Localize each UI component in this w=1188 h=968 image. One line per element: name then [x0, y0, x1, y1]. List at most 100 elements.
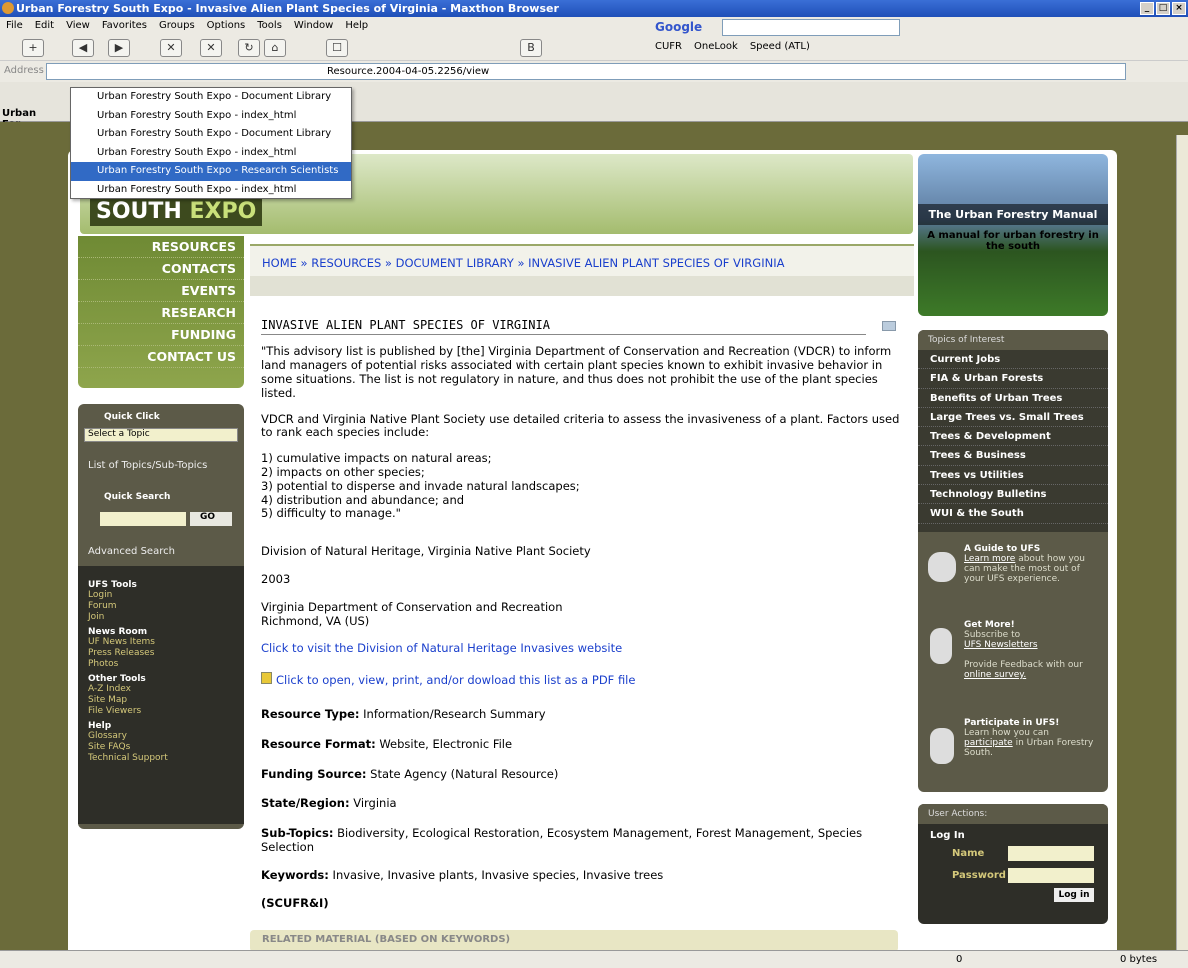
- home-icon[interactable]: ⌂: [264, 39, 286, 57]
- menu-view[interactable]: View: [60, 20, 96, 31]
- pdf-icon: [261, 672, 272, 685]
- stop-icon[interactable]: ✕: [200, 39, 222, 57]
- topic-item[interactable]: FIA & Urban Forests: [918, 369, 1108, 389]
- email-icon[interactable]: [882, 321, 896, 331]
- breadcrumb-text[interactable]: HOME » RESOURCES » DOCUMENT LIBRARY » IN…: [262, 256, 784, 270]
- password-input[interactable]: [1008, 868, 1094, 883]
- google-label[interactable]: Google: [655, 20, 702, 34]
- history-item[interactable]: Urban Forestry South Expo - Research Sci…: [71, 162, 351, 181]
- favorites-icon[interactable]: ☐: [326, 39, 348, 57]
- factor-item: 2) impacts on other species;: [261, 464, 425, 479]
- maximize-button[interactable]: □: [1156, 2, 1170, 15]
- menu-window[interactable]: Window: [288, 20, 339, 31]
- forward-icon[interactable]: ▶: [108, 39, 130, 57]
- resource-type-label: Resource Type:: [261, 706, 360, 721]
- tools-link[interactable]: Technical Support: [88, 753, 234, 764]
- menu-edit[interactable]: Edit: [29, 20, 60, 31]
- stop-all-icon[interactable]: ✕: [160, 39, 182, 57]
- resource-format-value: Website, Electronic File: [379, 736, 513, 751]
- keywords-label: Keywords:: [261, 867, 329, 882]
- quick-search-input[interactable]: [100, 512, 186, 526]
- tools-link[interactable]: Login: [88, 590, 234, 601]
- password-label: Password: [952, 870, 1006, 881]
- participate-text: Learn how you can: [964, 728, 1050, 738]
- manual-promo[interactable]: The Urban Forestry Manual A manual for u…: [918, 154, 1108, 316]
- history-item[interactable]: Urban Forestry South Expo - Document Lib…: [71, 125, 351, 144]
- topic-select[interactable]: Select a Topic: [84, 428, 238, 442]
- link-speed[interactable]: Speed (ATL): [750, 41, 810, 52]
- funding-source-value: State Agency (Natural Resource): [370, 766, 559, 781]
- tools-link[interactable]: Glossary: [88, 731, 234, 742]
- nav-contact-us[interactable]: CONTACT US: [78, 346, 244, 368]
- survey-link[interactable]: online survey.: [964, 670, 1026, 680]
- nav-events[interactable]: EVENTS: [78, 280, 244, 302]
- nav-resources[interactable]: RESOURCES: [78, 236, 244, 258]
- nav-research[interactable]: RESEARCH: [78, 302, 244, 324]
- refresh-icon[interactable]: ↻: [238, 39, 260, 57]
- address-bar: Address Resource.2004-04-05.2256/view: [0, 60, 1188, 82]
- list-topics-link[interactable]: List of Topics/Sub-Topics: [88, 460, 207, 471]
- site-logo[interactable]: SOUTH EXPO: [90, 197, 263, 226]
- tools-link[interactable]: Photos: [88, 659, 234, 670]
- nav-contacts[interactable]: CONTACTS: [78, 258, 244, 280]
- google-search-input[interactable]: [722, 19, 900, 36]
- menu-options[interactable]: Options: [201, 20, 252, 31]
- topic-item[interactable]: Large Trees vs. Small Trees: [918, 408, 1108, 428]
- tools-link[interactable]: Join: [88, 612, 234, 623]
- topic-item[interactable]: Technology Bulletins: [918, 485, 1108, 505]
- menu-favorites[interactable]: Favorites: [96, 20, 153, 31]
- tools-link[interactable]: Forum: [88, 601, 234, 612]
- newsletter-link[interactable]: UFS Newsletters: [964, 640, 1038, 650]
- go-button[interactable]: GO: [190, 512, 232, 526]
- tools-link[interactable]: Site Map: [88, 695, 234, 706]
- factor-item: 4) distribution and abundance; and: [261, 492, 465, 507]
- publisher-location: Richmond, VA (US): [261, 613, 370, 628]
- participate-link[interactable]: participate: [964, 738, 1013, 748]
- guide-link[interactable]: Learn more: [964, 554, 1015, 564]
- link-cufr[interactable]: CUFR: [655, 41, 682, 52]
- heritage-link[interactable]: Click to visit the Division of Natural H…: [261, 642, 901, 656]
- related-material: RELATED MATERIAL (BASED ON KEYWORDS): [250, 930, 898, 950]
- tools-link[interactable]: Site FAQs: [88, 742, 234, 753]
- tools-link[interactable]: UF News Items: [88, 637, 234, 648]
- menu-help[interactable]: Help: [339, 20, 374, 31]
- close-button[interactable]: ×: [1172, 2, 1186, 15]
- history-item[interactable]: Urban Forestry South Expo - index_html: [71, 181, 351, 200]
- resource-type-value: Information/Research Summary: [363, 706, 546, 721]
- manual-subtitle: A manual for urban forestry in the south: [927, 230, 1099, 252]
- menu-file[interactable]: File: [0, 20, 29, 31]
- advanced-search-link[interactable]: Advanced Search: [88, 546, 175, 557]
- history-item[interactable]: Urban Forestry South Expo - index_html: [71, 107, 351, 126]
- topic-item[interactable]: WUI & the South: [918, 504, 1108, 524]
- topic-item[interactable]: Benefits of Urban Trees: [918, 389, 1108, 408]
- minimize-button[interactable]: _: [1140, 2, 1154, 15]
- tools-link[interactable]: A-Z Index: [88, 684, 234, 695]
- topic-item[interactable]: Trees & Development: [918, 427, 1108, 447]
- login-button[interactable]: Log in: [1054, 888, 1094, 902]
- bookmark-icon[interactable]: B: [520, 39, 542, 57]
- topics-header: Topics of Interest: [918, 330, 1108, 350]
- name-input[interactable]: [1008, 846, 1094, 861]
- pdf-link[interactable]: Click to open, view, print, and/or dowlo…: [261, 672, 901, 688]
- vertical-scrollbar[interactable]: [1176, 135, 1188, 950]
- back-icon[interactable]: ◀: [72, 39, 94, 57]
- address-input[interactable]: Resource.2004-04-05.2256/view: [46, 63, 1126, 80]
- nav-funding[interactable]: FUNDING: [78, 324, 244, 346]
- tools-link[interactable]: File Viewers: [88, 706, 234, 717]
- history-item[interactable]: Urban Forestry South Expo - index_html: [71, 144, 351, 163]
- link-onelook[interactable]: OneLook: [694, 41, 738, 52]
- guide-heading: A Guide to UFS: [964, 544, 1041, 554]
- intro-paragraph: "This advisory list is published by [the…: [261, 344, 892, 400]
- topic-item[interactable]: Trees vs Utilities: [918, 466, 1108, 486]
- topic-item[interactable]: Current Jobs: [918, 350, 1108, 370]
- topic-item[interactable]: Trees & Business: [918, 446, 1108, 466]
- tab-urban-forestry[interactable]: Urban For: [0, 108, 40, 130]
- guide-figure-icon: [928, 552, 956, 582]
- tools-heading: Other Tools: [88, 674, 146, 684]
- new-tab-icon[interactable]: +: [22, 39, 44, 57]
- history-item[interactable]: Urban Forestry South Expo - Document Lib…: [71, 88, 351, 107]
- tools-link[interactable]: Press Releases: [88, 648, 234, 659]
- menu-groups[interactable]: Groups: [153, 20, 201, 31]
- menu-tools[interactable]: Tools: [251, 20, 288, 31]
- quick-click-label: Quick Click: [104, 412, 160, 422]
